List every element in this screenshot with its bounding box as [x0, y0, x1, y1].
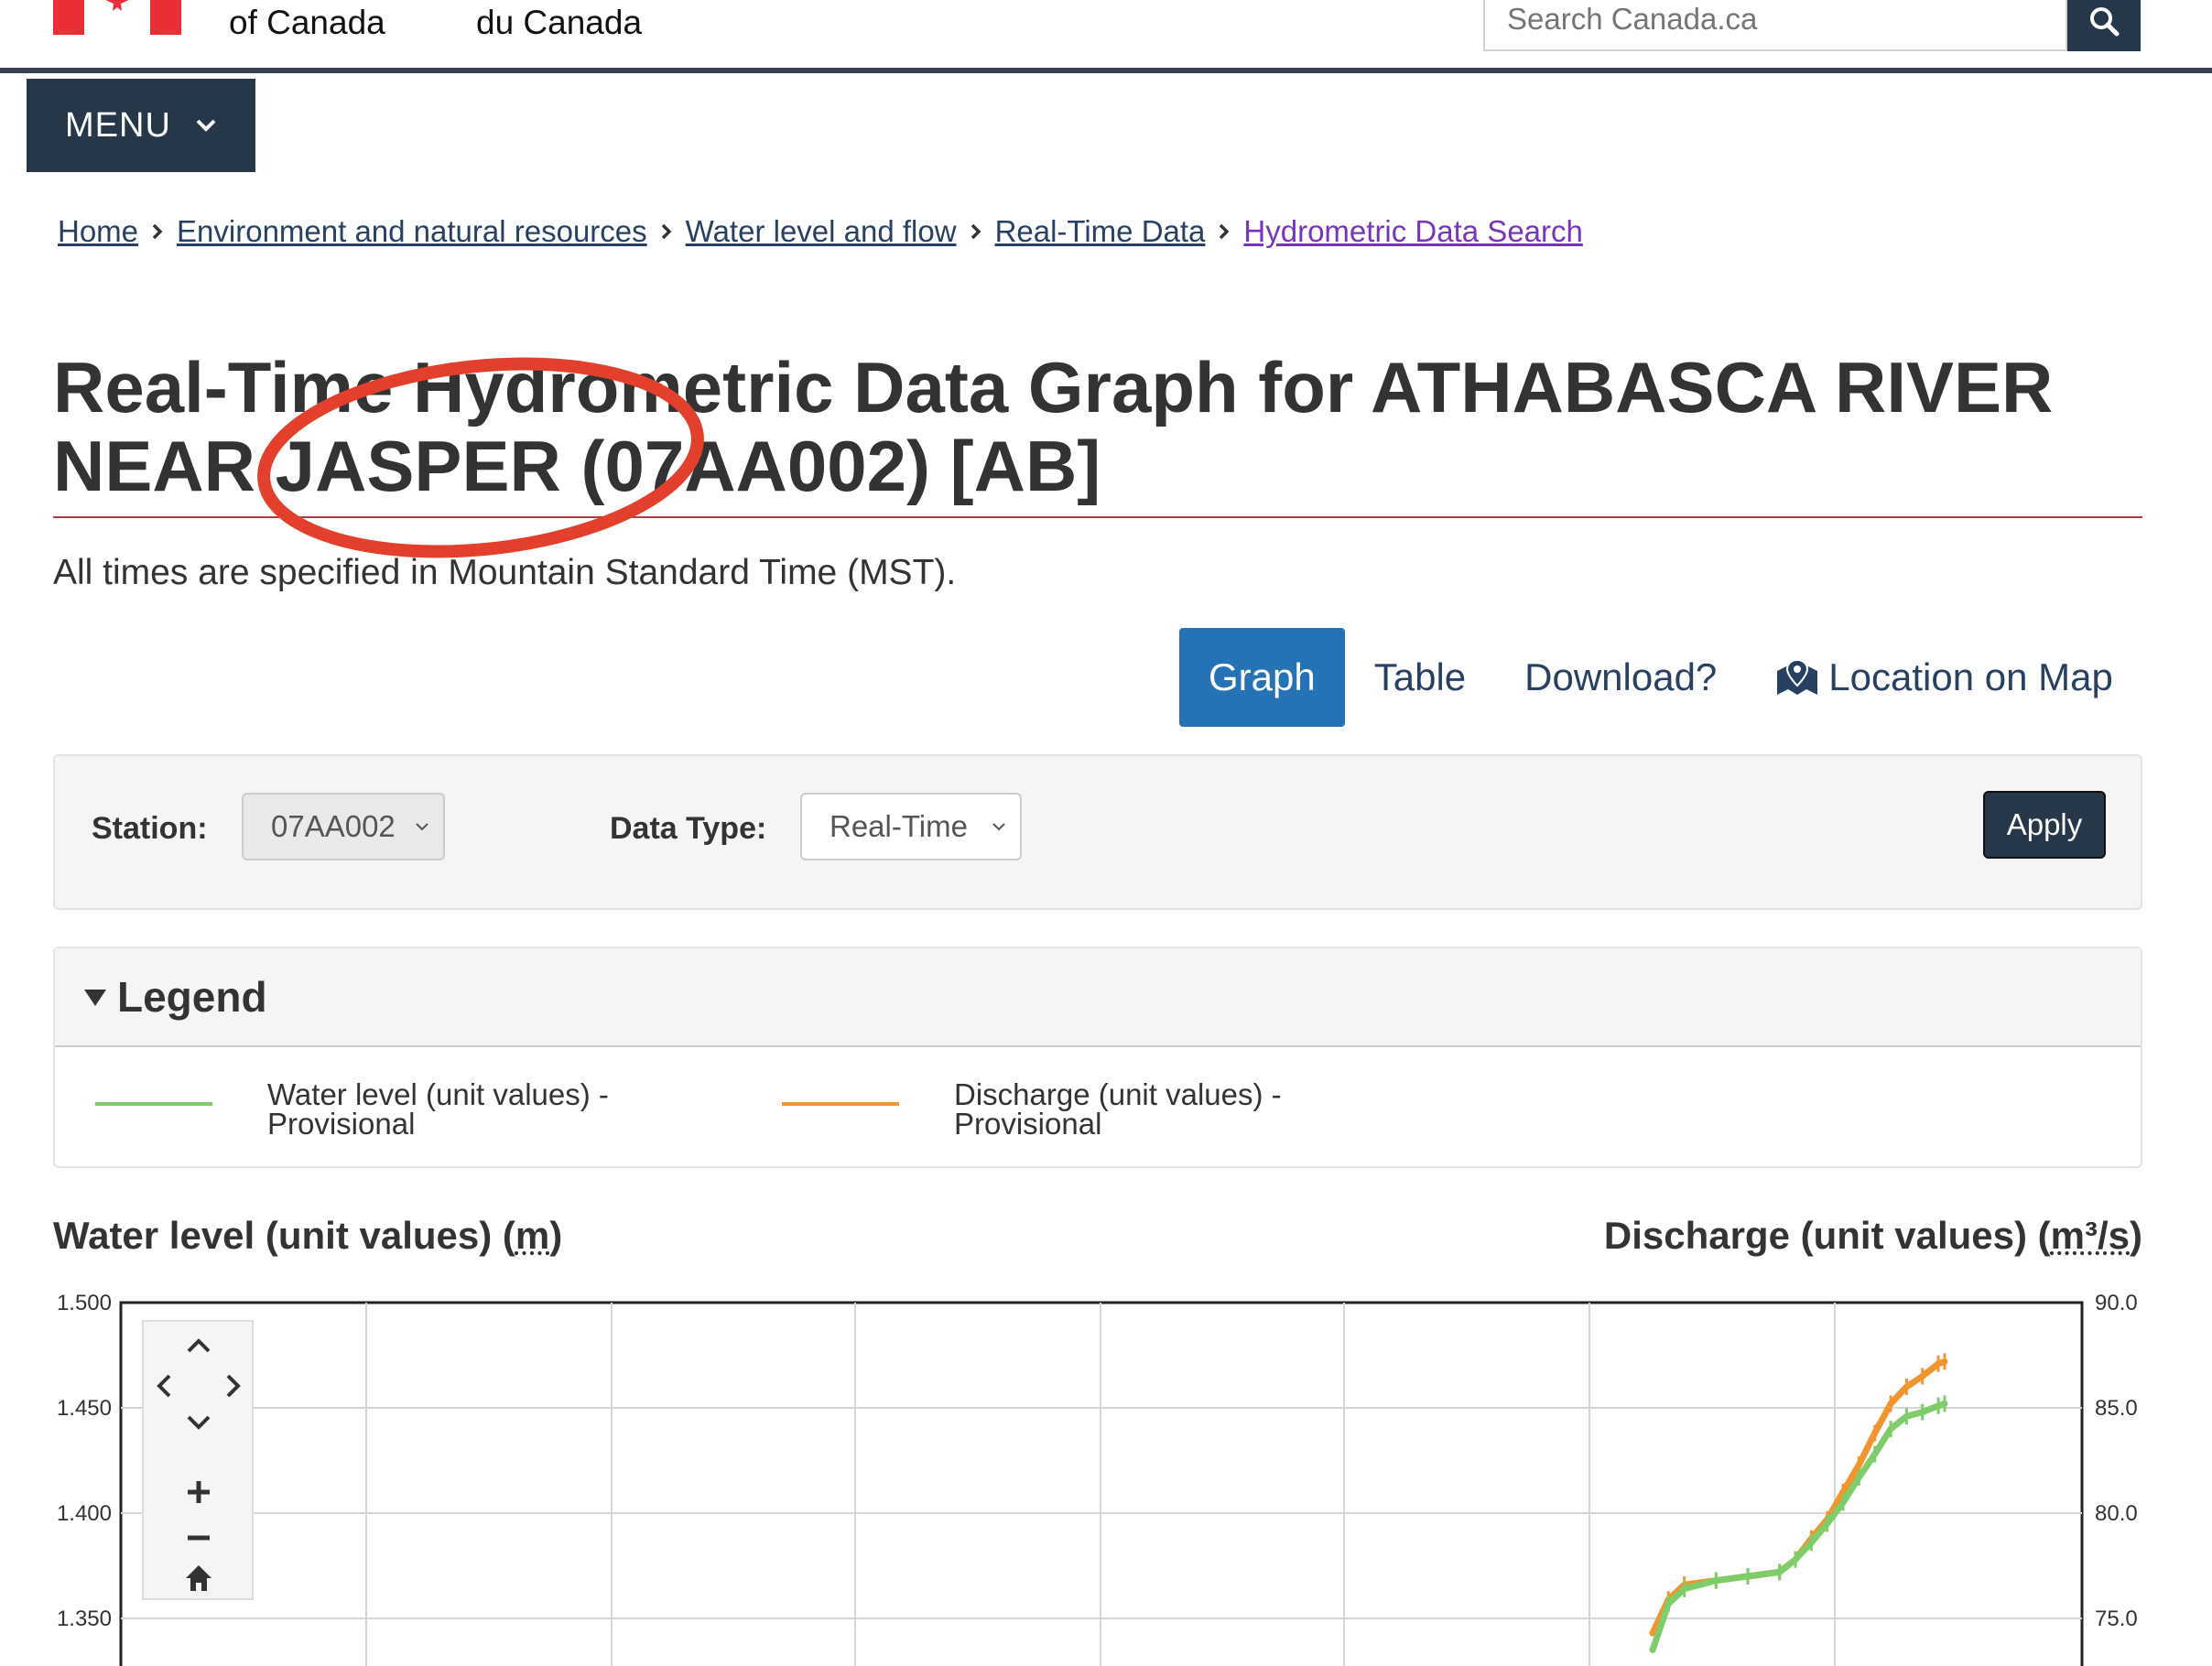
legend-toggle[interactable]: Legend — [55, 948, 2141, 1047]
maple-leaf-icon — [105, 0, 129, 11]
right-axis-title: Discharge (unit values) (m³/s) — [1603, 1214, 2142, 1257]
pan-up-icon[interactable] — [182, 1329, 215, 1362]
pan-down-icon[interactable] — [182, 1406, 215, 1439]
datatype-label: Data Type: — [610, 811, 767, 846]
legend-title: Legend — [117, 973, 267, 1021]
timezone-note: All times are specified in Mountain Stan… — [53, 553, 957, 592]
view-tabs: Graph Table Download? Location on Map — [1179, 628, 2142, 727]
chart-navigation-pad — [142, 1320, 254, 1600]
menu-label: MENU — [65, 105, 171, 145]
y-right-tick-label: 90.0 — [2095, 1291, 2138, 1315]
zoom-in-icon[interactable] — [182, 1476, 215, 1509]
zoom-out-icon[interactable] — [182, 1521, 215, 1554]
search-button[interactable] — [2067, 0, 2141, 51]
breadcrumb-real-time-data[interactable]: Real-Time Data — [995, 214, 1206, 249]
breadcrumb: Home Environment and natural resources W… — [58, 214, 1583, 249]
search-field[interactable] — [1483, 0, 2067, 51]
search-input[interactable] — [1485, 0, 2066, 46]
right-axis-unit: m³/s — [2050, 1214, 2130, 1257]
y-left-tick-label: 1.400 — [57, 1501, 112, 1526]
y-left-tick-label: 1.500 — [57, 1291, 112, 1315]
legend-swatch-water-level — [95, 1102, 212, 1106]
pan-right-icon[interactable] — [217, 1369, 250, 1402]
site-header: of Canada du Canada — [0, 0, 2212, 73]
left-axis-unit: m — [515, 1214, 550, 1257]
datatype-select[interactable]: Real-Time — [800, 793, 1022, 860]
pan-left-icon[interactable] — [147, 1369, 180, 1402]
triangle-down-icon — [84, 990, 106, 1006]
chevron-right-icon — [151, 223, 164, 240]
station-select-value: 07AA002 — [271, 809, 396, 843]
legend-label-water-level: Water level (unit values) - Provisional — [267, 1077, 609, 1141]
y-right-tick-label: 80.0 — [2095, 1501, 2138, 1526]
hydrometric-chart[interactable]: 1.500 1.450 1.400 1.350 90.0 85.0 80.0 75.0 — [0, 1263, 2212, 1666]
tab-location-on-map[interactable]: Location on Map — [1746, 628, 2142, 727]
datatype-select-value: Real-Time — [830, 809, 968, 843]
chevron-right-icon — [970, 223, 982, 240]
filter-panel: Station: 07AA002 Data Type: Real-Time Ap… — [53, 754, 2142, 910]
page-title: Real-Time Hydrometric Data Graph for ATH… — [53, 347, 2054, 506]
apply-button[interactable]: Apply — [1983, 791, 2106, 859]
tab-graph[interactable]: Graph — [1179, 628, 1345, 727]
breadcrumb-environment[interactable]: Environment and natural resources — [177, 214, 647, 249]
tab-download[interactable]: Download? — [1495, 628, 1746, 727]
y-right-tick-label: 85.0 — [2095, 1396, 2138, 1421]
breadcrumb-home[interactable]: Home — [58, 214, 138, 249]
chevron-down-icon — [196, 119, 216, 132]
chevron-right-icon — [1218, 223, 1231, 240]
government-of-canada-en: of Canada — [229, 4, 385, 41]
legend-label-discharge: Discharge (unit values) - Provisional — [954, 1077, 1282, 1141]
breadcrumb-water-level[interactable]: Water level and flow — [686, 214, 957, 249]
legend-item-discharge: Discharge (unit values) - Provisional — [782, 1077, 1375, 1141]
home-icon[interactable] — [182, 1562, 215, 1595]
search-icon — [2090, 7, 2120, 37]
legend-panel: Legend Water level (unit values) - Provi… — [53, 947, 2142, 1168]
station-select[interactable]: 07AA002 — [242, 793, 445, 860]
canada-flag-logo[interactable] — [53, 0, 181, 35]
left-axis-title: Water level (unit values) (m) — [53, 1214, 563, 1257]
chevron-down-icon — [992, 823, 1005, 831]
legend-swatch-discharge — [782, 1102, 899, 1106]
breadcrumb-hydrometric-search[interactable]: Hydrometric Data Search — [1243, 214, 1582, 249]
tab-table[interactable]: Table — [1345, 628, 1495, 727]
y-left-tick-label: 1.450 — [57, 1396, 112, 1421]
chevron-right-icon — [660, 223, 673, 240]
legend-item-water-level: Water level (unit values) - Provisional — [95, 1077, 689, 1141]
title-divider — [53, 516, 2142, 518]
chevron-down-icon — [416, 823, 428, 831]
map-marker-icon — [1777, 658, 1818, 695]
menu-button[interactable]: MENU — [27, 79, 255, 172]
station-label: Station: — [92, 811, 208, 846]
y-right-tick-label: 75.0 — [2095, 1606, 2138, 1631]
y-left-tick-label: 1.350 — [57, 1606, 112, 1631]
gouvernement-du-canada-fr: du Canada — [476, 4, 643, 41]
tab-location-label: Location on Map — [1828, 655, 2113, 698]
